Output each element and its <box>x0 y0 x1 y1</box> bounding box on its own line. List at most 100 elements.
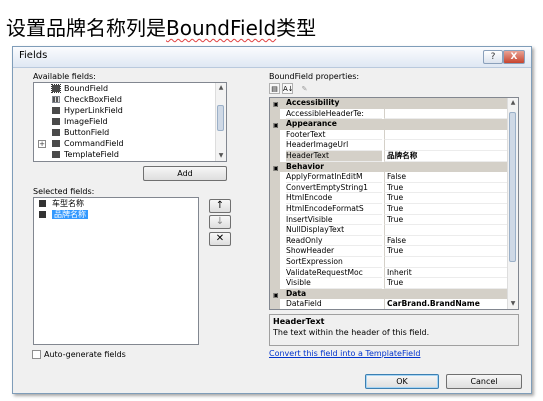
property-row[interactable]: ApplyFormatInEditM False <box>270 172 518 183</box>
available-field-item[interactable]: + CommandField <box>34 138 226 149</box>
property-value[interactable]: 品牌名称 <box>384 150 508 162</box>
field-type-icon <box>52 96 60 103</box>
fields-dialog: Fields ? X Available fields: BoundField C… <box>12 46 532 394</box>
alphabetical-icon[interactable]: A↓ <box>282 83 294 94</box>
property-row[interactable]: AccessibleHeaderTe: <box>270 108 518 120</box>
move-down-button[interactable]: ↓ <box>209 215 231 229</box>
property-row[interactable]: ReadOnly False <box>270 235 518 247</box>
property-row[interactable]: DataField CarBrand.BrandName <box>270 299 518 309</box>
property-name: Data <box>286 288 307 298</box>
available-field-item[interactable]: CheckBoxField <box>34 94 226 105</box>
property-name: DataField <box>286 299 382 309</box>
scroll-down-icon[interactable]: ▼ <box>216 151 226 161</box>
convert-template-link[interactable]: Convert this field into a TemplateField <box>269 349 420 358</box>
available-fields-label: Available fields: <box>33 72 96 81</box>
property-name: Visible <box>286 278 382 289</box>
cancel-button[interactable]: Cancel <box>446 374 522 389</box>
grid-scroll-up-icon[interactable]: ▲ <box>508 98 518 108</box>
available-field-item[interactable]: ImageField <box>34 116 226 127</box>
available-field-item[interactable]: TemplateField <box>34 149 226 160</box>
property-category[interactable]: ▣ Data <box>270 288 518 300</box>
selected-field-item[interactable]: 品牌名称 <box>34 209 198 220</box>
row-gutter <box>270 108 280 120</box>
property-name: HtmlEncodeFormatS <box>286 204 382 215</box>
row-gutter <box>270 193 280 204</box>
property-value[interactable] <box>384 225 508 236</box>
available-field-item[interactable]: ButtonField <box>34 127 226 138</box>
property-row[interactable]: HtmlEncode True <box>270 193 518 204</box>
property-value[interactable]: Inherit <box>384 267 508 279</box>
grid-scroll-thumb[interactable] <box>509 112 516 262</box>
property-value[interactable]: True <box>384 203 508 215</box>
expand-icon[interactable]: + <box>38 140 46 148</box>
property-row[interactable]: FooterText <box>270 129 518 141</box>
caption-suffix: 类型 <box>276 16 317 40</box>
property-value[interactable]: True <box>384 214 508 226</box>
property-value[interactable]: True <box>384 278 508 289</box>
property-row[interactable]: ValidateRequestMoc Inherit <box>270 267 518 279</box>
property-value[interactable] <box>384 108 508 120</box>
available-fields-scrollbar[interactable]: ▲ ▼ <box>215 83 226 161</box>
available-fields-list[interactable]: BoundField CheckBoxField HyperLinkField Ima… <box>33 82 227 162</box>
available-field-item[interactable]: BoundField <box>34 83 226 94</box>
row-gutter <box>270 267 280 279</box>
selected-field-label: 车型名称 <box>52 199 84 208</box>
property-name: SortExpression <box>286 257 382 268</box>
property-grid-scrollbar[interactable]: ▲ ▼ <box>507 98 518 309</box>
description-text: The text within the header of this field… <box>273 328 430 337</box>
available-field-item[interactable]: HyperLinkField <box>34 105 226 116</box>
property-value[interactable]: CarBrand.BrandName <box>384 299 508 309</box>
selected-field-label: 品牌名称 <box>52 210 88 219</box>
property-value[interactable] <box>384 140 508 151</box>
property-row[interactable]: SortExpression <box>270 256 518 268</box>
property-row[interactable]: ShowHeader True <box>270 246 518 257</box>
property-category[interactable]: ▣ Accessibility <box>270 98 518 109</box>
scroll-up-icon[interactable]: ▲ <box>216 83 226 93</box>
property-row[interactable]: InsertVisible True <box>270 214 518 226</box>
row-gutter <box>270 225 280 236</box>
property-category[interactable]: ▣ Appearance <box>270 119 518 130</box>
property-description: HeaderText The text within the header of… <box>269 314 519 346</box>
grid-scroll-down-icon[interactable]: ▼ <box>508 299 518 309</box>
close-button[interactable]: X <box>503 50 525 64</box>
categorized-icon[interactable]: ▤ <box>269 83 280 94</box>
selected-fields-list[interactable]: 车型名称 品牌名称 <box>33 197 199 345</box>
autogenerate-checkbox[interactable] <box>32 350 41 359</box>
dialog-title: Fields <box>19 50 48 61</box>
field-type-icon <box>52 151 60 158</box>
property-value[interactable]: True <box>384 182 508 194</box>
property-row[interactable]: HeaderText 品牌名称 <box>270 150 518 162</box>
property-name: HeaderImageUrl <box>286 140 382 151</box>
property-value[interactable]: True <box>384 193 508 204</box>
property-name: HeaderText <box>286 150 382 162</box>
ok-button[interactable]: OK <box>365 374 439 389</box>
property-toolbar: ▤ A↓ ✎ <box>269 83 329 95</box>
move-up-button[interactable]: ↑ <box>209 199 231 213</box>
available-field-label: CommandField <box>64 139 124 148</box>
property-name: ValidateRequestMoc <box>286 268 382 279</box>
scroll-thumb[interactable] <box>217 105 224 131</box>
property-value[interactable] <box>384 256 508 268</box>
available-field-label: BoundField <box>64 84 109 93</box>
property-name: HtmlEncode <box>286 193 382 204</box>
autogenerate-label: Auto-generate fields <box>44 350 126 359</box>
add-button[interactable]: Add <box>143 166 227 181</box>
selected-field-item[interactable]: 车型名称 <box>34 198 198 209</box>
property-row[interactable]: HeaderImageUrl <box>270 140 518 151</box>
remove-button[interactable]: ✕ <box>209 232 231 246</box>
property-row[interactable]: NullDisplayText <box>270 225 518 236</box>
help-button[interactable]: ? <box>483 50 503 64</box>
property-row[interactable]: HtmlEncodeFormatS True <box>270 203 518 215</box>
property-value[interactable]: False <box>384 235 508 247</box>
property-row[interactable]: Visible True <box>270 278 518 289</box>
property-value[interactable]: True <box>384 246 508 257</box>
property-value[interactable]: False <box>384 172 508 183</box>
property-row[interactable]: ConvertEmptyString1 True <box>270 182 518 194</box>
property-category[interactable]: ▣ Behavior <box>270 161 518 173</box>
available-field-label: CheckBoxField <box>64 95 122 104</box>
description-title: HeaderText <box>273 317 325 326</box>
property-value[interactable] <box>384 129 508 141</box>
property-pages-icon[interactable]: ✎ <box>299 83 310 94</box>
property-name: ShowHeader <box>286 246 382 257</box>
property-grid[interactable]: ▣ Accessibility AccessibleHeaderTe: ▣ Appear… <box>269 97 519 310</box>
